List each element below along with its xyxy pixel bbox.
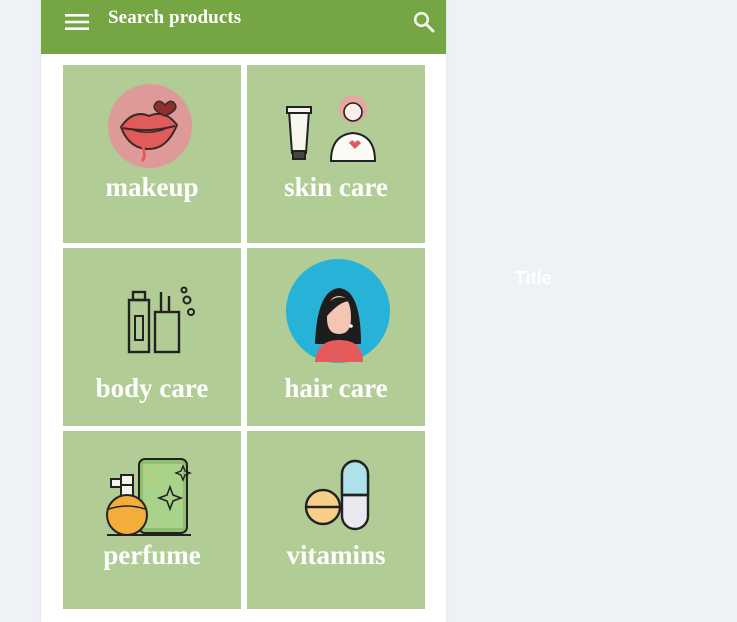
menu-icon[interactable] bbox=[65, 12, 89, 32]
search-icon[interactable] bbox=[412, 10, 436, 34]
category-label: vitamins bbox=[286, 540, 386, 570]
hair-care-icon bbox=[247, 258, 425, 363]
perfume-icon bbox=[63, 455, 241, 551]
category-tile-makeup[interactable]: makeup bbox=[63, 65, 241, 243]
category-tile-hair-care[interactable]: hair care bbox=[247, 248, 425, 426]
app-bar: Search products bbox=[41, 0, 446, 54]
phone-screen: Search products makeup skin care body ca… bbox=[41, 0, 446, 622]
category-label: perfume bbox=[103, 540, 201, 570]
body-care-icon bbox=[63, 282, 241, 378]
category-label: body care bbox=[95, 373, 209, 403]
category-label: hair care bbox=[284, 373, 388, 403]
category-tile-vitamins[interactable]: vitamins bbox=[247, 431, 425, 609]
category-tile-body-care[interactable]: body care bbox=[63, 248, 241, 426]
lips-icon bbox=[63, 83, 241, 179]
category-label: makeup bbox=[105, 172, 199, 202]
search-field[interactable]: Search products bbox=[108, 7, 241, 29]
side-title: Title bbox=[515, 268, 552, 288]
category-tile-perfume[interactable]: perfume bbox=[63, 431, 241, 609]
category-label: skin care bbox=[284, 172, 388, 202]
category-tile-skin-care[interactable]: skin care bbox=[247, 65, 425, 243]
